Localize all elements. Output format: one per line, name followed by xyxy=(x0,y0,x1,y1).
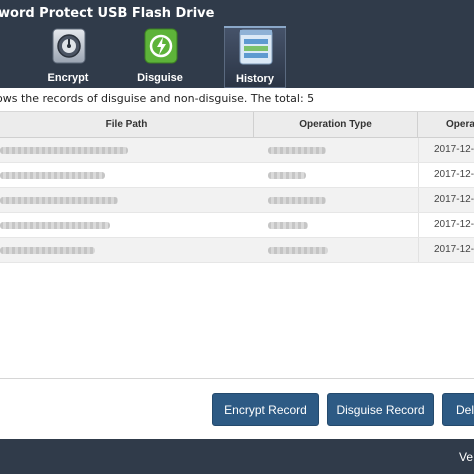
column-divider xyxy=(418,238,419,262)
records-summary: ows the records of disguise and non-disg… xyxy=(0,92,315,105)
redacted-operation-type xyxy=(268,222,308,229)
divider xyxy=(0,378,474,379)
redacted-file-path xyxy=(0,197,118,204)
redacted-operation-type xyxy=(268,247,328,254)
nav-disguise[interactable]: Disguise xyxy=(129,26,191,88)
table-row[interactable]: 2017-12- xyxy=(0,188,474,213)
redacted-operation-type xyxy=(268,197,326,204)
operation-time: 2017-12- xyxy=(434,194,474,205)
redacted-file-path xyxy=(0,172,105,179)
redacted-operation-type xyxy=(268,172,306,179)
disguise-record-button[interactable]: Disguise Record xyxy=(327,393,434,426)
column-divider xyxy=(418,163,419,187)
table-row[interactable]: 2017-12- xyxy=(0,238,474,263)
usb-disguise-icon xyxy=(144,28,178,64)
column-operation-type[interactable]: Operation Type xyxy=(254,112,418,137)
safe-dial-icon xyxy=(52,28,86,64)
nav-encrypt[interactable]: Encrypt xyxy=(37,26,99,88)
history-list-icon xyxy=(239,29,273,65)
redacted-file-path xyxy=(0,147,128,154)
redacted-file-path xyxy=(0,222,110,229)
operation-time: 2017-12- xyxy=(434,144,474,155)
encrypt-record-button[interactable]: Encrypt Record xyxy=(212,393,319,426)
nav-encrypt-label: Encrypt xyxy=(47,72,89,84)
nav-disguise-label: Disguise xyxy=(137,72,183,84)
app-title: word Protect USB Flash Drive xyxy=(0,6,215,21)
column-divider xyxy=(418,138,419,162)
table-row[interactable]: 2017-12- xyxy=(0,163,474,188)
column-divider xyxy=(418,213,419,237)
version-text: Ve xyxy=(459,450,474,464)
table-row[interactable]: 2017-12- xyxy=(0,138,474,163)
table-header: File Path Operation Type Opera xyxy=(0,112,474,138)
column-operation-time[interactable]: Opera xyxy=(418,112,474,137)
operation-time: 2017-12- xyxy=(434,169,474,180)
status-bar: Ve xyxy=(0,439,474,474)
nav-history-label: History xyxy=(236,73,274,85)
table-row[interactable]: 2017-12- xyxy=(0,213,474,238)
operation-time: 2017-12- xyxy=(434,244,474,255)
column-divider xyxy=(418,188,419,212)
column-file-path[interactable]: File Path xyxy=(0,112,254,137)
redacted-operation-type xyxy=(268,147,326,154)
app-header: word Protect USB Flash Drive Encrypt Dis… xyxy=(0,0,474,88)
redacted-file-path xyxy=(0,247,95,254)
history-table: File Path Operation Type Opera 2017-12- … xyxy=(0,111,474,263)
delete-button[interactable]: Del xyxy=(442,393,474,426)
operation-time: 2017-12- xyxy=(434,219,474,230)
nav-history[interactable]: History xyxy=(224,26,286,88)
